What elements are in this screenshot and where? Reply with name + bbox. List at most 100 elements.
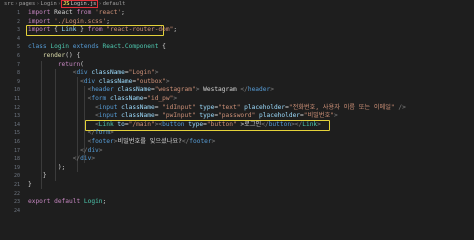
code-token: ; <box>106 17 110 25</box>
code-token: React <box>50 9 77 16</box>
code-line[interactable]: class Login extends React.Component { <box>28 43 166 52</box>
code-line[interactable]: <header className="westagram"> Westagram… <box>28 86 274 95</box>
line-number: 20 <box>13 173 20 180</box>
code-line[interactable]: <input className= "idInput" type="text" … <box>28 104 406 113</box>
breadcrumb-login-folder[interactable]: Login <box>40 1 56 7</box>
code-token: form <box>95 129 110 137</box>
code-line[interactable]: </form> <box>28 129 114 138</box>
code-token: div <box>76 69 88 77</box>
line-number: 3 <box>16 27 20 34</box>
code-line[interactable]: <div className="Login"> <box>28 69 159 78</box>
code-token: </ <box>80 146 88 154</box>
line-number: 2 <box>16 18 20 25</box>
line-number: 9 <box>16 78 20 85</box>
line-number: 21 <box>13 182 20 188</box>
code-editor[interactable]: src›pages›Login› JSLogin.js ›default 12345… <box>0 0 474 214</box>
code-line[interactable]: import { Link } from "react-router-dom"; <box>28 26 177 35</box>
code-token: > <box>154 69 159 77</box>
code-token: Link <box>98 120 114 128</box>
line-number: 18 <box>13 156 20 163</box>
line-number-gutter: 1 2 3 4 5 6 7 8 9 10 11 12 13 14 15 16 17 18 19 20 21 22 23 24 <box>0 9 22 214</box>
code-line[interactable]: <form className="id_pw"> <box>28 95 177 104</box>
line-number: 11 <box>13 96 20 102</box>
line-number: 23 <box>13 199 20 206</box>
line-number: 19 <box>13 164 20 171</box>
line-number: 15 <box>13 130 20 137</box>
line-number: 8 <box>16 70 20 77</box>
code-token: "/main" <box>128 120 155 128</box>
code-token: extends <box>72 43 99 51</box>
code-line[interactable]: import React from 'react'; <box>28 9 125 18</box>
code-line[interactable]: import './Login.scss'; <box>28 18 110 27</box>
code-token: > <box>98 146 103 154</box>
code-token: button <box>162 120 185 128</box>
code-line[interactable]: </div> <box>28 155 95 164</box>
code-line[interactable]: </div> <box>28 146 103 156</box>
code-token: class <box>28 43 47 51</box>
code-area[interactable]: import React from 'react'; import './Logi… <box>26 9 474 209</box>
code-line[interactable]: export default Login; <box>28 198 106 207</box>
code-token: className <box>117 103 155 111</box>
breadcrumb-symbol[interactable]: default <box>103 1 126 7</box>
breadcrumb: src›pages›Login› JSLogin.js ›default <box>0 0 474 9</box>
breadcrumb-src[interactable]: src <box>4 1 14 7</box>
code-token: placeholder <box>255 112 301 120</box>
code-token: "idInput" <box>162 103 196 111</box>
code-token: > <box>173 95 178 102</box>
code-line[interactable]: <Link to="/main"><button type="button" >… <box>28 121 321 130</box>
code-token: Westagram <box>199 86 241 94</box>
code-token: > <box>211 138 216 145</box>
code-line[interactable]: <input className= "pwInput" type="passwo… <box>28 112 338 121</box>
code-token: "password" <box>218 112 256 120</box>
code-token: () { <box>65 52 81 59</box>
line-number: 13 <box>13 113 20 120</box>
breadcrumb-login-file[interactable]: JSLogin.js <box>60 0 99 8</box>
code-line[interactable]: return( <box>28 61 84 70</box>
code-line[interactable]: } <box>28 181 32 190</box>
code-token: > <box>334 112 338 120</box>
code-token: import <box>28 9 51 16</box>
code-token: ; <box>121 9 125 16</box>
code-token: div <box>87 146 99 154</box>
code-token: className <box>95 77 133 85</box>
code-line[interactable]: render() { <box>28 52 80 61</box>
code-line[interactable]: ); <box>28 164 65 173</box>
code-token: className <box>113 86 151 94</box>
code-token: ; <box>173 26 178 34</box>
code-token: React <box>98 43 122 51</box>
code-token: } <box>28 181 32 188</box>
line-number: 1 <box>16 10 20 16</box>
code-token: </ <box>240 86 248 94</box>
code-token: "id_pw" <box>147 95 174 102</box>
line-number: 14 <box>13 121 20 128</box>
code-token: return <box>57 60 81 68</box>
code-token: Login <box>80 198 103 206</box>
code-token: Component <box>124 43 159 51</box>
code-token: input <box>98 112 118 120</box>
code-token: Link <box>302 120 318 128</box>
code-line[interactable]: <footer>비밀번호를 잊으셨나요?</footer> <box>28 138 216 147</box>
code-line[interactable]: <div className="outbox"> <box>28 77 169 87</box>
line-number: 10 <box>13 87 20 94</box>
code-token: </ <box>261 120 269 128</box>
line-number: 4 <box>16 35 20 42</box>
code-token: placeholder <box>240 103 286 111</box>
code-token: type <box>195 112 215 120</box>
code-token: className <box>117 112 155 120</box>
code-token: { <box>50 26 62 34</box>
code-token: './Login.scss' <box>50 17 107 25</box>
code-line[interactable]: } <box>28 172 47 181</box>
code-token: /> <box>394 103 406 111</box>
code-token: div <box>83 77 96 85</box>
breadcrumb-pages[interactable]: pages <box>19 1 35 7</box>
code-token: "전화번호, 사용자 이름 또는 이메일" <box>288 103 395 111</box>
